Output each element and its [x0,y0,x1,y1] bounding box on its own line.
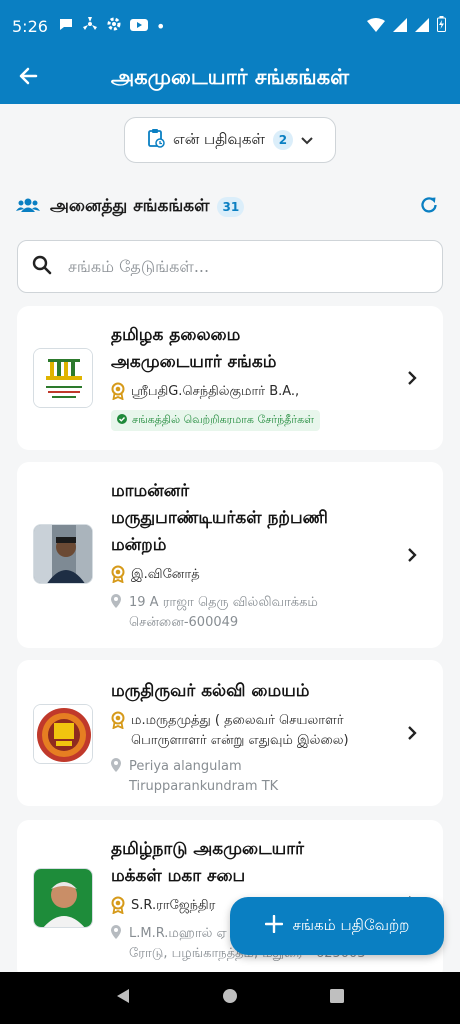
membership-status-text: சங்கத்தில் வெற்றிகரமாக சேர்ந்தீர்கள் [132,413,315,426]
association-logo [33,868,93,928]
add-association-button[interactable]: சங்கம் பதிவேற்ற [230,897,444,955]
search-input[interactable] [68,257,408,276]
search-icon [32,255,52,279]
association-logo [33,524,93,584]
chat-icon [58,16,74,36]
leader-row: ஸ்ரீபதிG.செந்தில்குமார் B.A., [111,382,401,404]
fan-icon [82,16,98,36]
youtube-icon [129,17,148,36]
card-title-line: மருதிருவர் கல்வி மையம் [111,681,310,701]
address-line: Tirupparankundram TK [129,779,279,794]
leader-row: இ.வினோத் [111,565,401,587]
address: 19 A ராஜா தெரு வில்லிவாக்கம் சென்னை-6000… [129,593,318,633]
association-card[interactable]: மருதிருவர் கல்வி மையம் ம.மருதமுத்து ( தல… [17,660,443,806]
clipboard-icon [147,128,165,152]
my-posts-label: என் பதிவுகள் [173,130,265,148]
signal-icon [393,17,407,36]
section-title: அனைத்து சங்கங்கள் [50,196,210,216]
card-body: தமிழக தலைமை அகமுடையார் சங்கம் ஸ்ரீபதிG.ச… [111,322,401,431]
association-logo [33,704,93,764]
card-title-line: மக்கள் மகா சபை [111,866,246,886]
chevron-right-icon [405,722,419,744]
add-association-label: சங்கம் பதிவேற்ற [292,916,410,934]
card-title-line: மன்றம் [111,535,167,555]
my-posts-count-badge: 2 [272,130,293,150]
award-icon [111,711,125,733]
address-row: 19 A ராஜா தெரு வில்லிவாக்கம் சென்னை-6000… [111,593,401,633]
chevron-down-icon [301,131,313,149]
card-body: மாமன்னர் மருதுபாண்டியர்கள் நற்பணி மன்றம்… [111,478,401,633]
app-bar: அகமுடையார் சங்கங்கள் [0,52,460,104]
leader-name: ம.மருதமுத்து ( தலைவர் செயலாளர் பொருளாளர்… [131,711,349,751]
status-dot: • [155,16,166,36]
nav-back-icon[interactable] [115,988,131,1008]
check-circle-icon [117,414,127,427]
system-icons [367,16,446,36]
leader-name-line: ம.மருதமுத்து ( தலைவர் செயலாளர் [131,713,344,728]
location-pin-icon [111,757,121,776]
card-title: மருதிருவர் கல்வி மையம் [111,678,401,705]
award-icon [111,382,125,404]
arrow-left-icon [18,66,38,90]
battery-icon [437,16,446,36]
card-title-line: தமிழ்நாடு அகமுடையார் [111,839,304,859]
leader-name: S.R.ராஜேந்திர [131,898,216,913]
card-body: மருதிருவர் கல்வி மையம் ம.மருதமுத்து ( தல… [111,678,401,797]
plus-icon [264,914,283,937]
address-line: Periya alangulam [129,759,242,774]
location-pin-icon [111,593,121,612]
my-posts-dropdown[interactable]: என் பதிவுகள் 2 [124,117,336,163]
wifi-icon [367,17,385,36]
award-icon [111,565,125,587]
card-title-line: மருதுபாண்டியர்கள் நற்பணி [111,508,328,528]
nav-home-icon[interactable] [222,988,238,1008]
leader-row: ம.மருதமுத்து ( தலைவர் செயலாளர் பொருளாளர்… [111,711,401,751]
address-row: Periya alangulam Tirupparankundram TK [111,757,401,797]
search-box[interactable] [17,240,443,293]
association-logo [33,348,93,408]
gear-icon [106,16,122,36]
chevron-right-icon [405,367,419,389]
main-content: என் பதிவுகள் 2 அனைத்து சங்கங்கள் 31 சங்க… [0,104,460,972]
nav-recents-icon[interactable] [329,988,345,1008]
leader-name-line: பொருளாளர் என்று எதுவும் இல்லை) [131,733,349,748]
refresh-icon [419,195,439,219]
refresh-button[interactable] [414,192,444,222]
award-icon [111,896,125,918]
chevron-right-icon [405,544,419,566]
card-title: தமிழக தலைமை அகமுடையார் சங்கம் [111,322,401,376]
back-button[interactable] [0,52,56,104]
section-count-badge: 31 [217,197,245,217]
card-title-line: தமிழக தலைமை [111,325,241,345]
leader-name: ஸ்ரீபதிG.செந்தில்குமார் B.A., [131,384,300,399]
card-title: தமிழ்நாடு அகமுடையார் மக்கள் மகா சபை [111,836,401,890]
notification-icons: • [58,16,165,36]
card-title-line: அகமுடையார் சங்கம் [111,352,277,372]
address-line: 19 A ராஜா தெரு வில்லிவாக்கம் [129,595,318,610]
address: Periya alangulam Tirupparankundram TK [129,757,278,797]
status-bar: 5:26 • [0,0,460,52]
signal-2-icon [415,17,429,36]
card-title-line: மாமன்னர் [111,481,190,501]
card-title: மாமன்னர் மருதுபாண்டியர்கள் நற்பணி மன்றம் [111,478,401,559]
association-card[interactable]: தமிழக தலைமை அகமுடையார் சங்கம் ஸ்ரீபதிG.ச… [17,306,443,450]
association-card[interactable]: மாமன்னர் மருதுபாண்டியர்கள் நற்பணி மன்றம்… [17,462,443,648]
status-time: 5:26 [12,16,48,36]
page-title: அகமுடையார் சங்கங்கள் [110,64,350,89]
leader-name: இ.வினோத் [131,567,200,582]
group-icon [16,197,40,217]
section-header: அனைத்து சங்கங்கள் 31 [16,192,444,222]
address-line: சென்னை-600049 [129,615,239,630]
system-nav-bar [0,972,460,1024]
location-pin-icon [111,924,121,943]
membership-status-badge: சங்கத்தில் வெற்றிகரமாக சேர்ந்தீர்கள் [111,410,321,431]
